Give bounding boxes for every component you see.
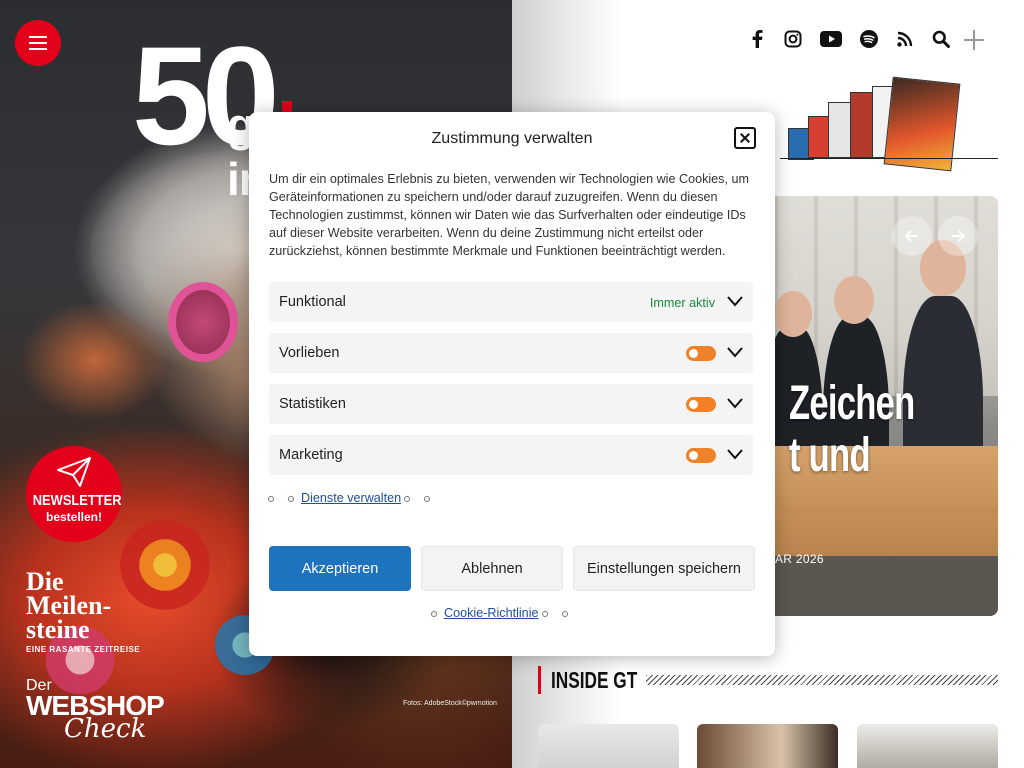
newsletter-line2: bestellen! — [45, 510, 102, 524]
category-name: Funktional — [279, 294, 346, 310]
category-toggle[interactable] — [686, 448, 716, 463]
bullet-icon — [561, 610, 568, 617]
facebook-icon[interactable] — [746, 28, 768, 50]
plus-icon[interactable] — [962, 28, 986, 52]
menu-button[interactable] — [15, 20, 61, 66]
chevron-down-icon — [727, 296, 743, 307]
category-name: Vorlieben — [279, 345, 340, 361]
consent-category-functional[interactable]: Funktional Immer aktiv — [269, 282, 753, 322]
photo-credit: Fotos: AdobeStock©pwmotion — [403, 700, 497, 707]
bullet-icon — [288, 495, 294, 502]
category-toggle[interactable] — [686, 397, 716, 412]
consent-category-statistics[interactable]: Statistiken — [269, 384, 753, 424]
cookie-policy-row: Cookie-Richtlinie — [424, 606, 575, 620]
category-status: Immer aktiv — [649, 296, 715, 310]
bullet-icon — [424, 495, 431, 502]
instagram-icon[interactable] — [782, 28, 804, 50]
consent-dialog: Zustimmung verwalten Um dir ein optimale… — [249, 112, 775, 656]
category-name: Statistiken — [279, 396, 346, 412]
bullet-icon — [431, 610, 437, 617]
cookie-policy-link[interactable]: Cookie-Richtlinie — [444, 606, 539, 620]
consent-title: Zustimmung verwalten — [431, 130, 593, 147]
spotify-icon[interactable] — [858, 28, 880, 50]
section-hatch — [646, 675, 998, 685]
consent-category-preferences[interactable]: Vorlieben — [269, 333, 753, 373]
bullet-icon — [541, 610, 548, 617]
social-nav — [746, 28, 952, 50]
milestones-teaser[interactable]: Die Meilen-steine EINE RASANTE ZEITREISE — [26, 567, 146, 655]
chevron-down-icon — [727, 398, 743, 409]
consent-category-marketing[interactable]: Marketing — [269, 435, 753, 475]
slide-headline-line2[interactable]: t und — [789, 428, 871, 483]
slide-date: AR 2026 — [775, 552, 824, 566]
arrow-right-icon — [952, 230, 965, 242]
close-icon[interactable] — [734, 127, 756, 149]
deny-button[interactable]: Ablehnen — [421, 546, 563, 591]
arrow-left-icon — [905, 230, 918, 242]
paper-plane-icon — [57, 457, 91, 487]
slider-next-button[interactable] — [938, 216, 978, 256]
bullet-icon — [268, 495, 274, 502]
category-toggle[interactable] — [686, 346, 716, 361]
manage-services-link[interactable]: Dienste verwalten — [301, 491, 401, 505]
inside-gt-heading: INSIDE GT — [538, 666, 998, 696]
chevron-down-icon — [727, 449, 743, 460]
consent-description: Um dir ein optimales Erlebnis zu bieten,… — [269, 172, 749, 258]
newsletter-badge[interactable]: NEWSLETTER bestellen! — [26, 446, 122, 542]
accept-button[interactable]: Akzeptieren — [269, 546, 411, 591]
slide-person-head — [774, 291, 812, 337]
newsletter-line1: NEWSLETTER — [32, 492, 122, 509]
header-divider — [780, 158, 998, 159]
chevron-down-icon — [727, 347, 743, 358]
hero-hair-orange — [20, 300, 170, 420]
manage-services-row: Dienste verwalten — [261, 491, 437, 505]
hero-sunglasses — [168, 282, 238, 362]
milestones-subtitle: EINE RASANTE ZEITREISE — [26, 645, 141, 654]
magazine-stack[interactable] — [780, 76, 961, 175]
slide-bench-seat — [780, 506, 998, 522]
webshop-check-teaser[interactable]: Der WEBSHOP Check — [26, 678, 165, 744]
hamburger-icon — [29, 42, 47, 44]
webshop-line3: Check — [64, 714, 147, 744]
slide-headline[interactable]: Zeichen — [789, 376, 915, 431]
rss-icon[interactable] — [894, 28, 916, 50]
slider-prev-button[interactable] — [892, 216, 932, 256]
article-card[interactable] — [538, 724, 679, 768]
section-title[interactable]: INSIDE GT — [551, 667, 637, 694]
bullet-icon — [404, 495, 411, 502]
section-red-bar — [538, 666, 541, 694]
article-card[interactable] — [697, 724, 838, 768]
youtube-icon[interactable] — [818, 28, 844, 50]
slide-person-head — [834, 276, 874, 324]
save-preferences-button[interactable]: Einstellungen speichern — [573, 546, 755, 591]
article-card[interactable] — [857, 724, 998, 768]
search-icon[interactable] — [930, 28, 952, 50]
inside-gt-cards — [538, 724, 998, 768]
category-name: Marketing — [279, 447, 343, 463]
milestones-title: Die Meilen-steine — [26, 567, 112, 644]
